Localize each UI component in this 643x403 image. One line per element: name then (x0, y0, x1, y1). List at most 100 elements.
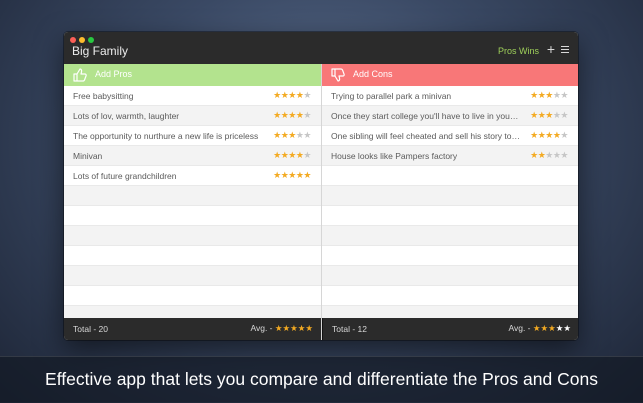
app-window: Big Family Pros Wins + Add Pros Free bab… (64, 32, 578, 340)
pros-empty-row[interactable] (64, 246, 321, 266)
cons-item-rating[interactable]: ★★★★★ (530, 110, 568, 121)
titlebar: Big Family Pros Wins + (64, 32, 578, 64)
cons-list-item[interactable]: Trying to parallel park a minivan ★★★★★ (322, 86, 578, 106)
star-icon[interactable]: ★ (303, 110, 311, 120)
cons-list-item[interactable]: House looks like Pampers factory ★★★★★ (322, 146, 578, 166)
star-icon[interactable]: ★ (288, 130, 296, 140)
close-window-button[interactable] (70, 37, 76, 43)
star-icon[interactable]: ★ (545, 90, 553, 100)
cons-list: Trying to parallel park a minivan ★ ★ ★ ★ ★ On… (322, 86, 578, 326)
pros-column: Add Pros Free babysitting ★ ★ ★ ★ ★ Lots of lo… (64, 64, 321, 340)
hamburger-menu-icon[interactable] (560, 43, 571, 55)
pros-empty-row[interactable] (64, 206, 321, 226)
star-icon: ★ (305, 323, 313, 333)
star-icon[interactable]: ★ (560, 110, 568, 120)
star-icon[interactable]: ★ (303, 170, 311, 180)
cons-total: Total - 12 (332, 324, 367, 334)
star-icon[interactable]: ★ (530, 150, 538, 160)
add-pros-label: Add Pros (95, 69, 133, 79)
star-icon[interactable]: ★ (303, 130, 311, 140)
pros-list-item[interactable]: Lots of lov, warmth, laughter ★★★★★ (64, 106, 321, 126)
pros-item-text: Lots of future grandchildren (73, 171, 177, 181)
cons-list-item[interactable]: Once they start college you'll have to l… (322, 106, 578, 126)
pros-item-text: Minivan (73, 151, 103, 161)
cons-empty-row[interactable] (322, 166, 578, 186)
star-icon[interactable]: ★ (530, 130, 538, 140)
star-icon: ★ (563, 323, 571, 333)
star-icon[interactable]: ★ (273, 130, 281, 140)
star-icon[interactable]: ★ (288, 170, 296, 180)
pros-item-rating[interactable]: ★★★★★ (273, 150, 311, 161)
star-icon[interactable]: ★ (530, 90, 538, 100)
star-icon[interactable]: ★ (545, 150, 553, 160)
star-icon: ★ (548, 323, 556, 333)
pros-empty-row[interactable] (64, 186, 321, 206)
star-icon: ★ (532, 323, 541, 333)
pros-list-item[interactable]: Free babysitting ★★★★★ (64, 86, 321, 106)
add-cons-button[interactable]: Add Cons (322, 64, 578, 86)
thumbs-up-icon (73, 68, 87, 82)
minimize-window-button[interactable] (79, 37, 85, 43)
star-icon[interactable]: ★ (560, 130, 568, 140)
cons-item-text: House looks like Pampers factory (331, 151, 458, 161)
star-icon[interactable]: ★ (273, 170, 281, 180)
pros-item-text: The opportunity to nurthure a new life i… (73, 131, 259, 141)
star-icon: ★ (274, 323, 283, 333)
star-icon[interactable]: ★ (303, 150, 311, 160)
pros-list-item[interactable]: Minivan ★★★★★ (64, 146, 321, 166)
cons-item-text: One sibling will feel cheated and sell h… (331, 131, 520, 141)
pros-list-item[interactable]: The opportunity to nurthure a new life i… (64, 126, 321, 146)
pros-item-text: Lots of lov, warmth, laughter (73, 111, 180, 121)
pros-item-rating[interactable]: ★★★★★ (273, 90, 311, 101)
star-icon[interactable]: ★ (545, 130, 553, 140)
star-icon[interactable]: ★ (560, 150, 568, 160)
star-icon[interactable]: ★ (545, 110, 553, 120)
star-icon[interactable]: ★ (273, 150, 281, 160)
star-icon: ★ (290, 323, 298, 333)
pros-empty-row[interactable] (64, 226, 321, 246)
cons-list-item[interactable]: One sibling will feel cheated and sell h… (322, 126, 578, 146)
pros-average-label: Avg. - (250, 323, 273, 333)
cons-item-rating[interactable]: ★★★★★ (530, 90, 568, 101)
cons-empty-row[interactable] (322, 226, 578, 246)
pros-average: Avg. - ★★★★★ (250, 323, 313, 334)
star-icon[interactable]: ★ (288, 110, 296, 120)
cons-empty-row[interactable] (322, 266, 578, 286)
star-icon[interactable]: ★ (530, 110, 538, 120)
star-icon[interactable]: ★ (273, 90, 281, 100)
cons-average-label: Avg. - (508, 323, 531, 333)
star-icon[interactable]: ★ (303, 90, 311, 100)
cons-footer: Total - 12 Avg. - ★★★★★ (322, 318, 578, 340)
star-icon[interactable]: ★ (560, 90, 568, 100)
add-cons-label: Add Cons (353, 69, 393, 79)
winner-label: Pros Wins (498, 46, 540, 56)
thumbs-down-icon (331, 68, 345, 82)
caption-text: Effective app that lets you compare and … (45, 369, 598, 389)
pros-list-item[interactable]: Lots of future grandchildren ★★★★★ (64, 166, 321, 186)
pros-item-rating[interactable]: ★★★★★ (273, 170, 311, 181)
pros-footer: Total - 20 Avg. - ★★★★★ (64, 318, 321, 340)
pros-item-text: Free babysitting (73, 91, 134, 101)
star-icon[interactable]: ★ (288, 150, 296, 160)
cons-item-rating[interactable]: ★★★★★ (530, 150, 568, 161)
cons-column: Add Cons Trying to parallel park a miniv… (321, 64, 578, 340)
cons-empty-row[interactable] (322, 186, 578, 206)
pros-empty-row[interactable] (64, 266, 321, 286)
cons-item-rating[interactable]: ★★★★★ (530, 130, 568, 141)
cons-average-stars: ★★★★★ (533, 323, 571, 333)
pros-list: Free babysitting ★ ★ ★ ★ ★ Lots of lov, warmth… (64, 86, 321, 326)
star-icon[interactable]: ★ (288, 90, 296, 100)
zoom-window-button[interactable] (88, 37, 94, 43)
pros-empty-row[interactable] (64, 286, 321, 306)
cons-empty-row[interactable] (322, 286, 578, 306)
star-icon: ★ (540, 323, 549, 333)
cons-item-text: Trying to parallel park a minivan (331, 91, 452, 101)
cons-empty-row[interactable] (322, 206, 578, 226)
cons-empty-row[interactable] (322, 246, 578, 266)
pros-item-rating[interactable]: ★★★★★ (273, 110, 311, 121)
star-icon[interactable]: ★ (273, 110, 281, 120)
pros-item-rating[interactable]: ★★★★★ (273, 130, 311, 141)
plus-icon[interactable]: + (545, 42, 557, 56)
caption-bar: Effective app that lets you compare and … (0, 356, 643, 403)
add-pros-button[interactable]: Add Pros (64, 64, 321, 86)
